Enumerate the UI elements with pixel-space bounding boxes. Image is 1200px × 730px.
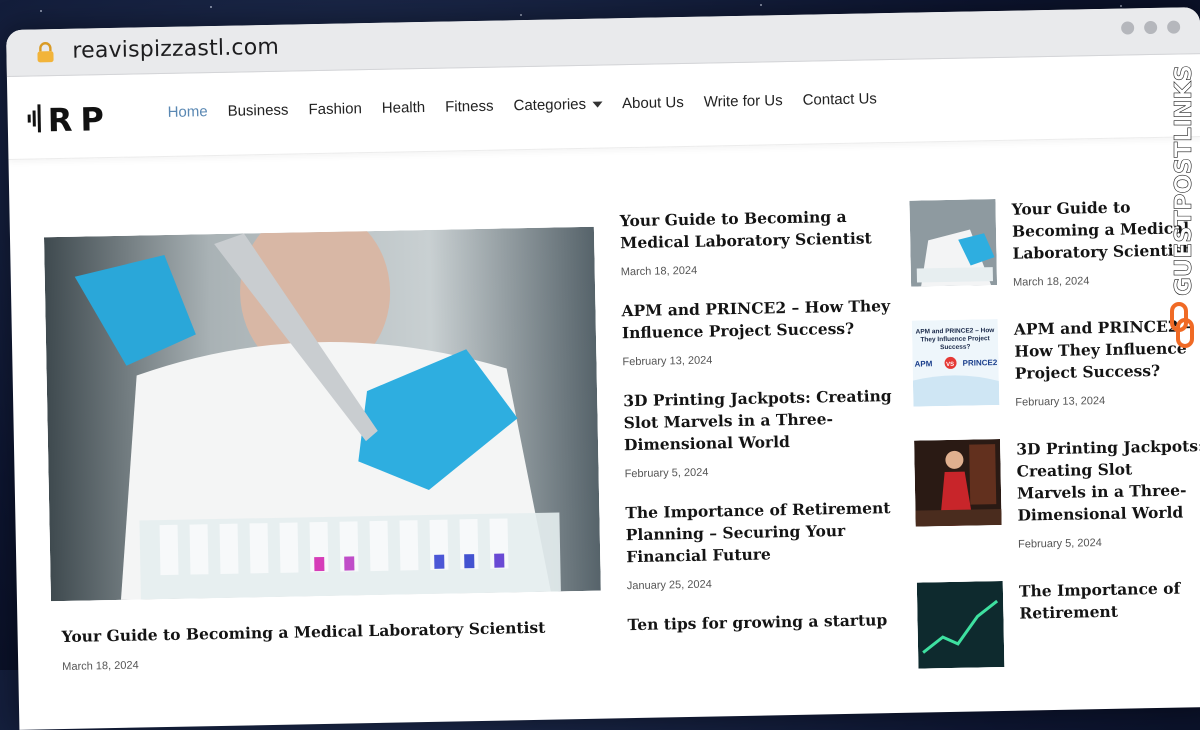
post-thumbnail[interactable]: APM and PRINCE2 – How They Influence Pro… <box>911 319 1000 407</box>
site-logo[interactable]: RP <box>25 97 122 139</box>
post-date: March 18, 2024 <box>620 264 698 279</box>
list-item: Ten tips for growing a startup <box>627 609 897 636</box>
nav-categories-label: Categories <box>513 95 587 115</box>
thumb-left: APM <box>914 359 932 368</box>
post-thumbnail[interactable] <box>916 580 1005 669</box>
nav-about-us[interactable]: About Us <box>622 94 684 112</box>
chain-link-icon <box>1170 302 1194 348</box>
post-date: February 5, 2024 <box>624 466 709 481</box>
logo-text: RP <box>47 100 112 139</box>
nav-categories[interactable]: Categories <box>513 95 603 115</box>
nav-business[interactable]: Business <box>227 102 288 120</box>
post-date: February 13, 2024 <box>1015 394 1106 409</box>
window-dot-icon[interactable] <box>1121 21 1135 35</box>
window-controls <box>1121 20 1181 35</box>
list-item: The Importance of Retirement Planning – … <box>625 497 897 592</box>
nav-fashion[interactable]: Fashion <box>308 100 362 118</box>
post-date: February 5, 2024 <box>1017 537 1102 551</box>
nav-home[interactable]: Home <box>167 103 207 121</box>
chevron-down-icon <box>592 101 603 108</box>
post-title[interactable]: Ten tips for growing a startup <box>627 609 897 636</box>
post-date: February 13, 2024 <box>622 354 713 369</box>
post-title[interactable]: The Importance of Retirement Planning – … <box>625 497 896 568</box>
thumb-right: PRINCE2 <box>962 358 997 368</box>
nav-health[interactable]: Health <box>382 99 426 117</box>
post-title[interactable]: The Importance of Retirement <box>1019 577 1200 625</box>
thumb-heading: APM and PRINCE2 – How They Influence Pro… <box>915 327 995 352</box>
post-title[interactable]: Your Guide to Becoming a Medical Laborat… <box>620 205 891 254</box>
list-item: 3D Printing Jackpots: Creating Slot Marv… <box>623 385 895 480</box>
list-item: Your Guide to Becoming a Medical Laborat… <box>620 205 891 278</box>
post-thumbnail[interactable] <box>914 438 1002 527</box>
window-dot-icon[interactable] <box>1144 20 1158 35</box>
main-menu: Home Business Fashion Health Fitness Cat… <box>167 90 877 121</box>
featured-title[interactable]: Your Guide to Becoming a Medical Laborat… <box>61 618 545 646</box>
lock-icon <box>37 42 54 63</box>
post-title[interactable]: APM and PRINCE2 – How They Influence Pro… <box>621 295 892 344</box>
right-post-list: Your Guide to Becoming a Medical Laborat… <box>909 195 1200 698</box>
nav-fitness[interactable]: Fitness <box>445 98 494 116</box>
list-item: 3D Printing Jackpots: Creating Slot Marv… <box>914 435 1200 553</box>
watermark-text: GUESTPOSTLINKS <box>1171 65 1197 296</box>
address-bar[interactable]: reavispizzastl.com <box>72 35 279 64</box>
thumb-vs: VS <box>946 362 954 368</box>
list-item: APM and PRINCE2 – How They Influence Pro… <box>621 295 892 368</box>
post-title[interactable]: 3D Printing Jackpots: Creating Slot Marv… <box>623 385 894 456</box>
list-item: The Importance of Retirement <box>916 577 1200 669</box>
featured-date: March 18, 2024 <box>62 659 139 674</box>
post-title[interactable]: 3D Printing Jackpots: Creating Slot Marv… <box>1016 435 1200 527</box>
window-dot-icon[interactable] <box>1167 20 1181 34</box>
nav-write-for-us[interactable]: Write for Us <box>704 92 783 111</box>
guestpostlinks-watermark: GUESTPOSTLINKS <box>1170 65 1197 348</box>
list-item: Your Guide to Becoming a Medical Laborat… <box>909 195 1200 291</box>
post-date: January 25, 2024 <box>626 578 712 593</box>
browser-window: reavispizzastl.com RP Home Business Fash… <box>6 7 1200 730</box>
nav-contact-us[interactable]: Contact Us <box>802 90 877 108</box>
middle-post-list: Your Guide to Becoming a Medical Laborat… <box>620 205 899 658</box>
post-thumbnail[interactable] <box>909 199 998 287</box>
featured-image[interactable] <box>43 226 601 602</box>
list-item: APM and PRINCE2 – How They Influence Pro… <box>911 315 1200 411</box>
